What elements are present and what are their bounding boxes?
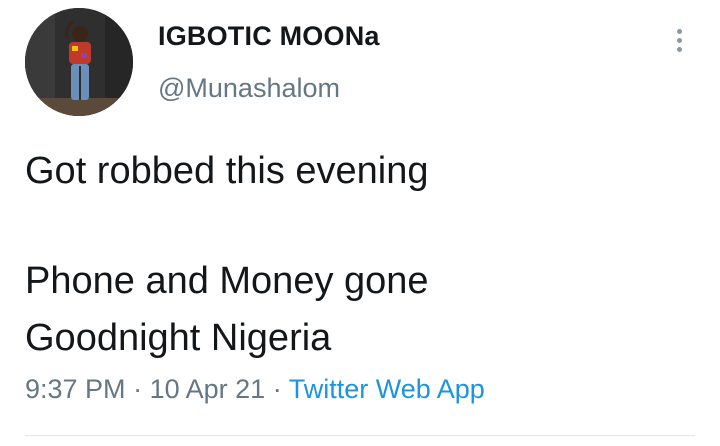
meta-separator: ·	[272, 374, 282, 404]
username-handle[interactable]: @Munashalom	[158, 73, 340, 104]
tweet-card: IGBOTIC MOONa @Munashalom Got robbed thi…	[0, 0, 720, 446]
tweet-source-link[interactable]: Twitter Web App	[289, 374, 485, 404]
tweet-date[interactable]: 10 Apr 21	[150, 374, 266, 404]
tweet-text-line: Got robbed this evening	[25, 150, 429, 192]
more-vertical-icon	[676, 28, 682, 34]
avatar[interactable]	[25, 8, 133, 116]
avatar-photo	[25, 8, 133, 116]
tweet-text-line: Phone and Money gone	[25, 260, 429, 302]
divider	[25, 435, 695, 436]
tweet-meta: 9:37 PM · 10 Apr 21 · Twitter Web App	[25, 374, 485, 405]
more-vertical-icon-dot	[676, 37, 682, 43]
meta-separator: ·	[133, 374, 143, 404]
tweet-time[interactable]: 9:37 PM	[25, 374, 126, 404]
tweet-text-line: Goodnight Nigeria	[25, 317, 332, 359]
more-vertical-icon-dot	[676, 46, 682, 52]
more-options-button[interactable]	[664, 20, 694, 60]
display-name[interactable]: IGBOTIC MOONa	[158, 21, 380, 52]
